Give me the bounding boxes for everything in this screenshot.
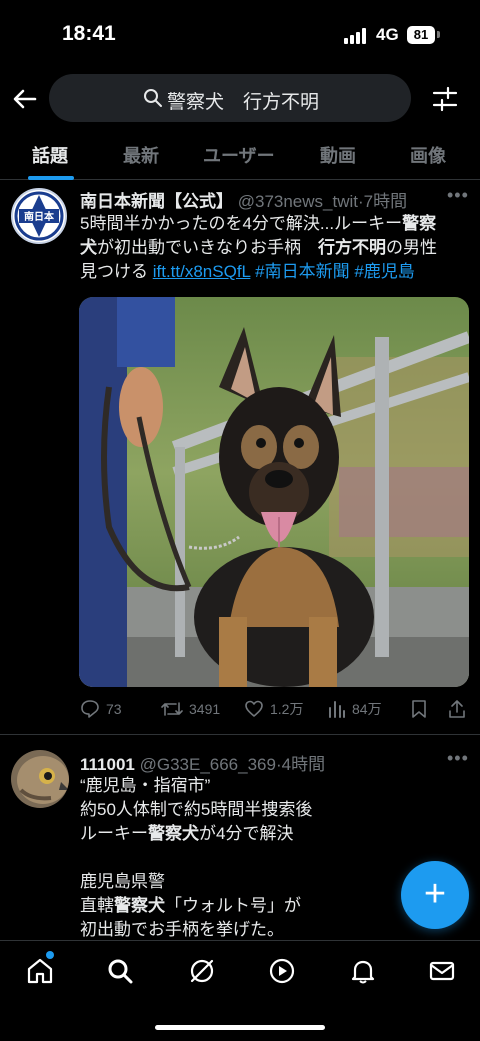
- retweet-button[interactable]: 3491: [161, 696, 220, 722]
- reply-count: 73: [106, 701, 122, 717]
- bookmark-button[interactable]: [410, 696, 434, 722]
- views-count: 84万: [352, 701, 382, 717]
- compose-button[interactable]: +: [401, 861, 469, 929]
- plus-icon: +: [423, 873, 447, 915]
- more-options-icon[interactable]: •••: [447, 185, 469, 206]
- search-input[interactable]: 警察犬 行方不明: [49, 74, 411, 122]
- share-button[interactable]: [447, 696, 473, 722]
- filter-icon[interactable]: [432, 86, 458, 112]
- tab-indicator: [28, 176, 74, 180]
- home-indicator: [155, 1025, 325, 1030]
- search-icon[interactable]: [106, 957, 134, 985]
- bell-icon[interactable]: [349, 957, 377, 985]
- heart-icon: [245, 700, 263, 717]
- tab-users[interactable]: ユーザー: [203, 142, 275, 168]
- retweet-icon: [161, 702, 183, 716]
- tweet[interactable]: 南日本 南日本新聞【公式】 @373news_twit·7時間 ••• 5時間半…: [0, 181, 480, 735]
- tab-latest[interactable]: 最新: [123, 142, 159, 168]
- retweet-count: 3491: [189, 701, 221, 717]
- status-time: 18:41: [62, 22, 116, 45]
- notification-dot: [46, 951, 54, 959]
- tweet-actions: 73 3491 1.2万 84万: [0, 696, 480, 722]
- hashtag[interactable]: #鹿児島: [354, 262, 414, 281]
- reply-icon: [81, 700, 99, 718]
- tweet-link[interactable]: ift.tt/x8nSQfL: [153, 262, 251, 281]
- search-query: 警察犬 行方不明: [167, 92, 320, 113]
- police-dog-photo: [79, 297, 469, 687]
- reply-button[interactable]: 73: [80, 696, 122, 722]
- tweet-text: 5時間半かかったのを4分で解決...ルーキー警察 犬が初出動でいきなりお手柄 行…: [80, 214, 437, 281]
- signal-icon: [344, 28, 370, 44]
- author-handle[interactable]: @G33E_666_369: [140, 755, 276, 774]
- author-name[interactable]: 111001: [80, 755, 135, 774]
- tweet-header: 111001 @G33E_666_369·4時間: [80, 750, 325, 775]
- views-button[interactable]: 84万: [328, 696, 382, 722]
- views-icon: [329, 701, 345, 718]
- status-bar: 18:41 4G 81: [0, 0, 480, 70]
- avatar[interactable]: 南日本: [11, 188, 67, 244]
- like-count: 1.2万: [270, 701, 304, 717]
- bottom-nav: [0, 940, 480, 1041]
- search-tabs: 話題 最新 ユーザー 動画 画像: [0, 128, 480, 180]
- back-arrow-icon[interactable]: [10, 84, 40, 114]
- search-icon: [143, 88, 163, 108]
- tweet-time: ·7時間: [358, 192, 408, 211]
- battery-tip: [437, 31, 440, 38]
- video-icon[interactable]: [268, 957, 296, 985]
- mail-icon[interactable]: [428, 957, 456, 985]
- tab-videos[interactable]: 動画: [320, 142, 356, 168]
- more-options-icon[interactable]: •••: [447, 748, 469, 769]
- author-handle[interactable]: @373news_twit: [238, 192, 358, 211]
- tab-images[interactable]: 画像: [410, 142, 446, 168]
- tab-trending[interactable]: 話題: [32, 142, 68, 168]
- hashtag[interactable]: #南日本新聞: [255, 262, 349, 281]
- grok-icon[interactable]: [188, 957, 216, 985]
- network-label: 4G: [376, 25, 399, 44]
- tweet-header: 南日本新聞【公式】 @373news_twit·7時間: [80, 187, 407, 212]
- tweet-time: ·4時間: [275, 755, 326, 774]
- share-icon: [449, 700, 465, 718]
- bookmark-icon: [412, 700, 426, 718]
- search-row: 警察犬 行方不明: [0, 74, 480, 124]
- battery-icon: 81: [407, 26, 435, 44]
- avatar-logo-text: 南日本: [24, 210, 55, 223]
- like-button[interactable]: 1.2万: [244, 696, 303, 722]
- avatar[interactable]: [11, 750, 69, 808]
- home-icon[interactable]: [26, 957, 54, 985]
- author-name[interactable]: 南日本新聞【公式】: [80, 192, 233, 211]
- tweet-image[interactable]: [79, 297, 469, 687]
